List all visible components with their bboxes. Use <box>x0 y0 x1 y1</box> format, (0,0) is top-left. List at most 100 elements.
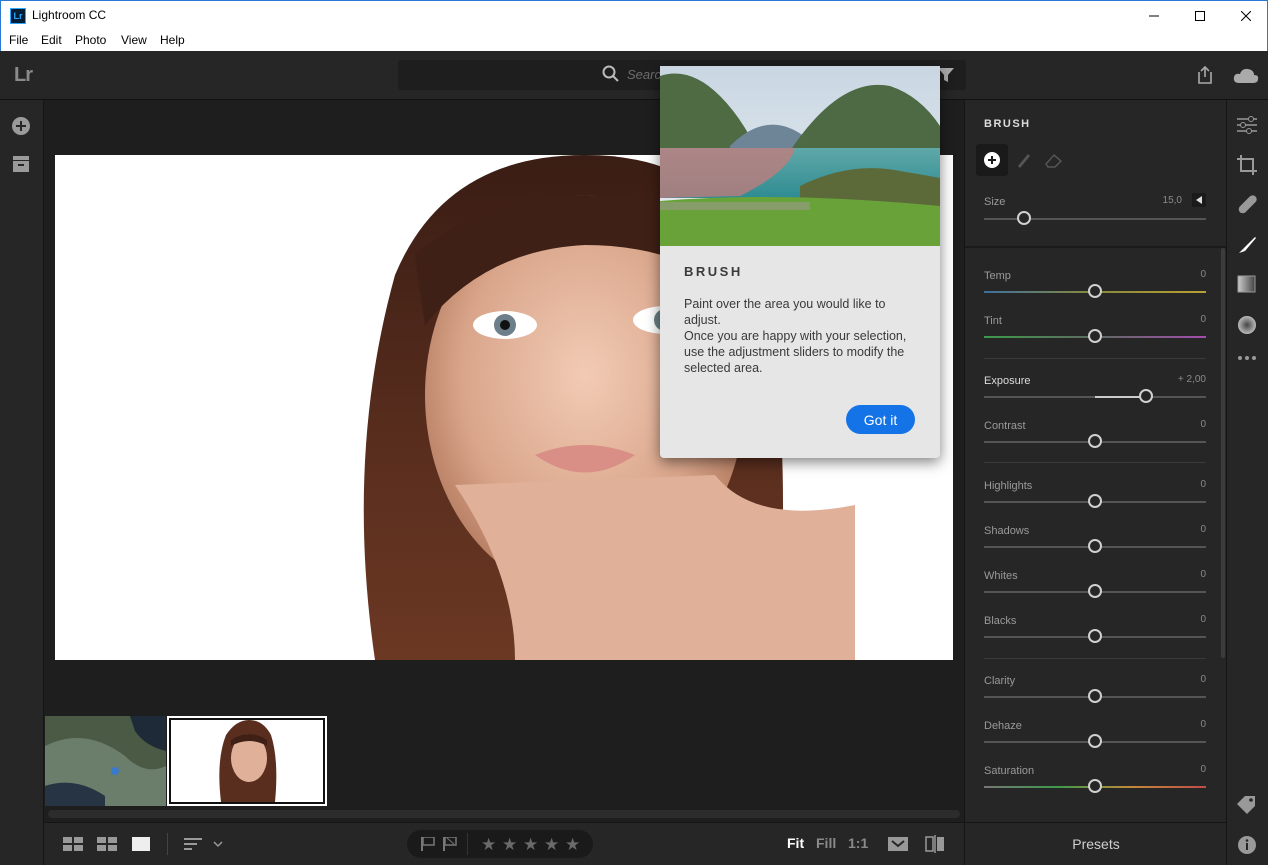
size-expand-button[interactable] <box>1192 193 1206 207</box>
sort-icon[interactable] <box>184 837 224 851</box>
presets-button[interactable]: Presets <box>965 836 1227 852</box>
edit-sliders-icon[interactable] <box>1237 116 1257 134</box>
slider-saturation[interactable]: Saturation 0 <box>984 764 1206 805</box>
slider-clarity-value: 0 <box>1200 674 1206 685</box>
add-photos-icon[interactable] <box>11 116 31 136</box>
slider-size-value: 15,0 <box>1162 195 1182 206</box>
slider-contrast-value: 0 <box>1200 419 1206 430</box>
menu-view[interactable]: View <box>121 33 147 47</box>
slider-highlights-value: 0 <box>1200 479 1206 490</box>
presets-bar[interactable]: Presets <box>964 822 1226 865</box>
slider-temp[interactable]: Temp 0 <box>984 269 1206 310</box>
brush-icon[interactable] <box>1237 235 1257 255</box>
slider-contrast-knob[interactable] <box>1088 434 1102 448</box>
menu-help[interactable]: Help <box>160 33 185 47</box>
brush-add-icon <box>984 152 1000 168</box>
slider-whites-knob[interactable] <box>1088 584 1102 598</box>
slider-shadows-value: 0 <box>1200 524 1206 535</box>
star-4[interactable]: ★ <box>544 835 559 855</box>
slider-size[interactable]: Size 15,0 <box>984 195 1206 236</box>
slider-highlights-knob[interactable] <box>1088 494 1102 508</box>
share-icon[interactable] <box>1196 65 1214 85</box>
slider-tint[interactable]: Tint 0 <box>984 314 1206 355</box>
star-1[interactable]: ★ <box>481 835 496 855</box>
detail-view-icon[interactable] <box>132 837 150 851</box>
healing-icon[interactable] <box>1237 195 1257 215</box>
coach-body-line2: Once you are happy with your selection, … <box>684 329 907 375</box>
caret-left-icon <box>1196 196 1202 204</box>
star-5[interactable]: ★ <box>565 835 580 855</box>
slider-size-knob[interactable] <box>1016 211 1031 225</box>
before-after-icon[interactable] <box>925 835 945 853</box>
radial-gradient-icon[interactable] <box>1237 315 1257 335</box>
slider-dehaze[interactable]: Dehaze 0 <box>984 719 1206 760</box>
library-icon[interactable] <box>11 156 31 174</box>
slider-exposure-value: + 2,00 <box>1177 374 1206 385</box>
close-button[interactable] <box>1223 1 1268 31</box>
slider-shadows-knob[interactable] <box>1088 539 1102 553</box>
slider-shadows[interactable]: Shadows 0 <box>984 524 1206 565</box>
filter-icon[interactable] <box>938 68 954 82</box>
slider-dehaze-value: 0 <box>1200 719 1206 730</box>
zoom-fill-button[interactable]: Fill <box>816 835 836 851</box>
menu-edit[interactable]: Edit <box>41 33 62 47</box>
slider-saturation-label: Saturation <box>984 765 1035 777</box>
app-icon: Lr <box>10 8 26 24</box>
slider-tint-knob[interactable] <box>1088 329 1102 343</box>
minimize-button[interactable] <box>1131 1 1177 31</box>
flag-pick-icon[interactable] <box>421 837 435 851</box>
slider-temp-knob[interactable] <box>1088 284 1102 298</box>
slider-whites[interactable]: Whites 0 <box>984 569 1206 610</box>
close-icon <box>1241 11 1251 21</box>
slider-tint-value: 0 <box>1200 314 1206 325</box>
cloud-icon[interactable] <box>1233 67 1259 83</box>
crop-icon[interactable] <box>1237 155 1257 175</box>
slider-clarity-knob[interactable] <box>1088 689 1102 703</box>
photo-grid-icon[interactable] <box>97 837 117 851</box>
tag-icon[interactable] <box>1237 796 1257 814</box>
slider-dehaze-knob[interactable] <box>1088 734 1102 748</box>
zoom-fit-button[interactable]: Fit <box>787 835 804 851</box>
slider-whites-label: Whites <box>984 570 1018 582</box>
zoom-1to1-button[interactable]: 1:1 <box>848 835 868 851</box>
linear-gradient-icon[interactable] <box>1237 275 1257 293</box>
edit-panel: BRUSH Size 15,0 Temp 0 Tint 0 Exposure + 2,00… <box>964 100 1226 822</box>
coach-body-line1: Paint over the area you would like to ad… <box>684 297 886 327</box>
more-icon[interactable] <box>1237 355 1257 361</box>
star-2[interactable]: ★ <box>502 835 517 855</box>
slider-blacks-knob[interactable] <box>1088 629 1102 643</box>
brush-add-button[interactable] <box>976 144 1008 176</box>
title-bar: Lr Lightroom CC <box>0 0 1268 30</box>
menu-photo[interactable]: Photo <box>75 33 106 47</box>
slider-clarity[interactable]: Clarity 0 <box>984 674 1206 715</box>
slider-dehaze-label: Dehaze <box>984 720 1022 732</box>
star-3[interactable]: ★ <box>523 835 538 855</box>
slider-exposure[interactable]: Exposure + 2,00 <box>984 374 1206 415</box>
slider-whites-value: 0 <box>1200 569 1206 580</box>
compare-frame-icon[interactable] <box>888 837 908 851</box>
slider-blacks[interactable]: Blacks 0 <box>984 614 1206 655</box>
slider-exposure-track[interactable] <box>984 396 1206 398</box>
maximize-button[interactable] <box>1177 1 1223 31</box>
lightroom-logo: Lr <box>14 64 33 86</box>
brush-eraser-icon[interactable] <box>1045 152 1063 168</box>
panel-group-divider <box>984 658 1206 659</box>
minimize-icon <box>1149 15 1159 17</box>
menu-file[interactable]: File <box>9 33 28 47</box>
flag-reject-icon[interactable] <box>443 837 457 851</box>
slider-contrast[interactable]: Contrast 0 <box>984 419 1206 460</box>
thumbnail-portrait-selected[interactable] <box>167 716 327 806</box>
filmstrip-scrollbar[interactable] <box>48 810 960 818</box>
rating-and-flag-bar: ★ ★ ★ ★ ★ <box>407 830 593 858</box>
toolbar-divider <box>167 833 168 855</box>
info-icon[interactable] <box>1237 835 1257 855</box>
brush-paint-icon[interactable] <box>1016 152 1032 168</box>
panel-scrollbar[interactable] <box>1221 248 1225 658</box>
got-it-button[interactable]: Got it <box>846 405 915 434</box>
slider-saturation-knob[interactable] <box>1088 779 1102 793</box>
thumbnail-aerial[interactable] <box>45 716 166 806</box>
slider-exposure-knob[interactable] <box>1139 389 1154 403</box>
app-header: Lr Search <box>0 51 1268 100</box>
square-grid-icon[interactable] <box>63 837 83 851</box>
slider-highlights[interactable]: Highlights 0 <box>984 479 1206 520</box>
